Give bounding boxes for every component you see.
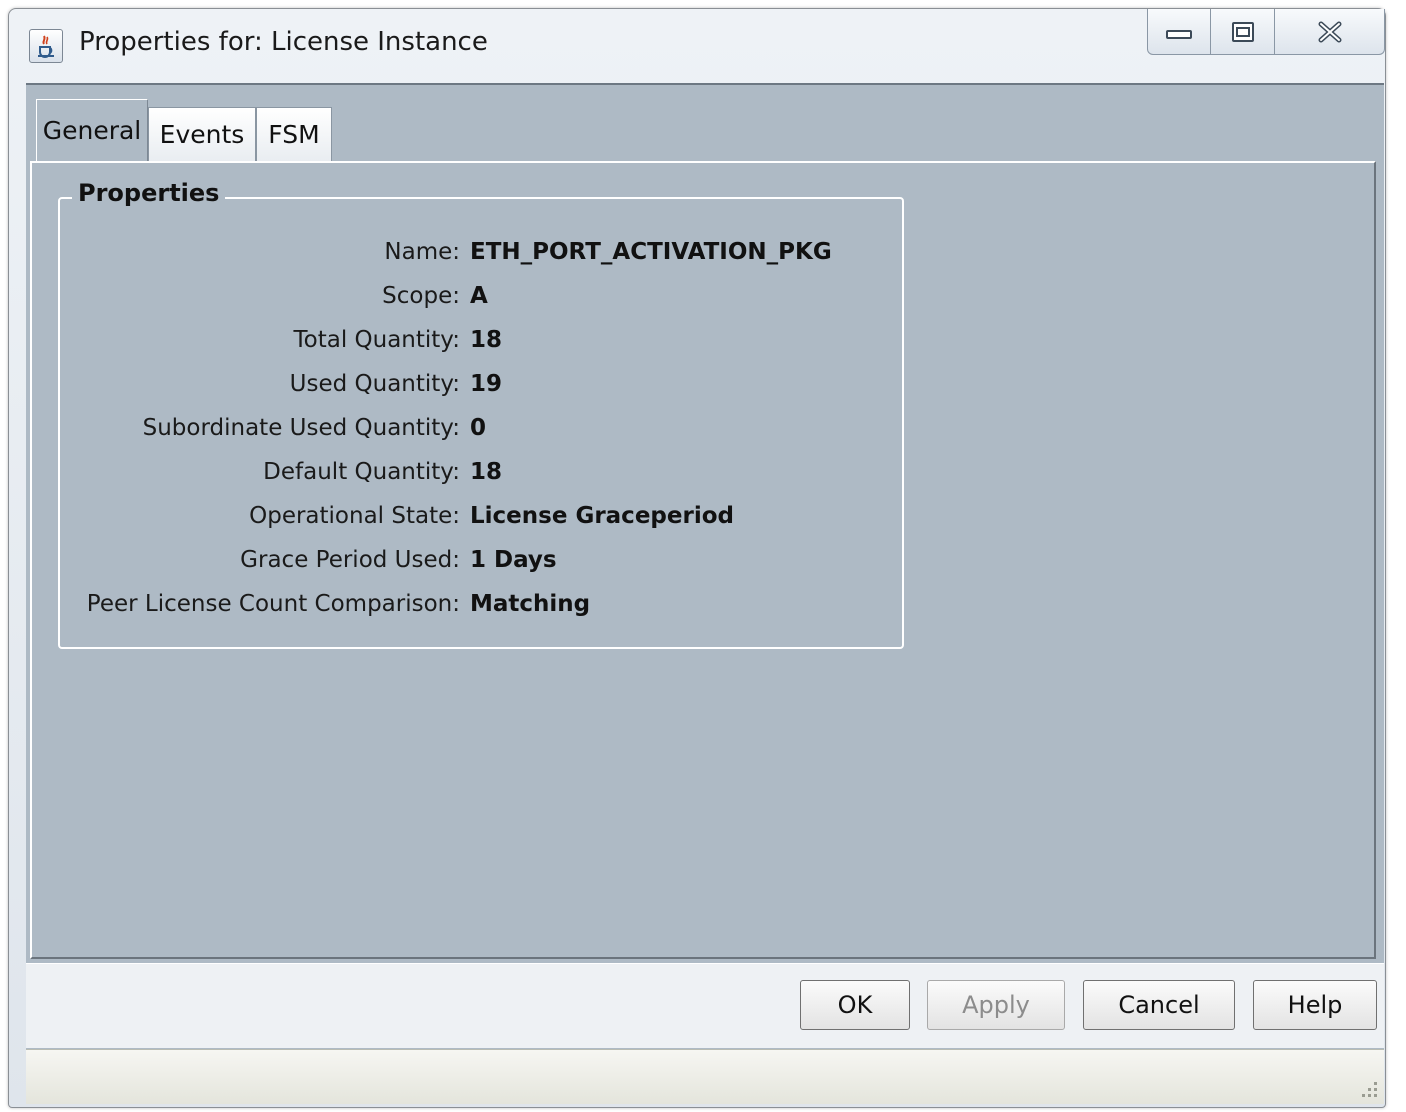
close-button[interactable] xyxy=(1275,9,1385,55)
maximize-button[interactable] xyxy=(1211,9,1275,55)
status-bar xyxy=(26,1049,1384,1104)
properties-group: Properties Name: ETH_PORT_ACTIVATION_PKG… xyxy=(58,179,906,649)
minimize-icon xyxy=(1166,29,1192,39)
property-value: License Graceperiod xyxy=(470,503,734,529)
tab-general[interactable]: General xyxy=(36,99,148,161)
property-row-operational-state: Operational State: License Graceperiod xyxy=(60,497,906,541)
property-value: 19 xyxy=(470,371,503,397)
cancel-button[interactable]: Cancel xyxy=(1083,980,1235,1030)
property-row-peer-license-count-comparison: Peer License Count Comparison: Matching xyxy=(60,585,906,629)
window-title: Properties for: License Instance xyxy=(79,27,488,57)
apply-button[interactable]: Apply xyxy=(927,980,1065,1030)
property-value: 18 xyxy=(470,327,503,353)
help-button[interactable]: Help xyxy=(1253,980,1377,1030)
java-cup-icon xyxy=(29,29,63,63)
dialog-button-bar: OK Apply Cancel Help xyxy=(26,963,1384,1048)
property-value: 1 Days xyxy=(470,547,557,573)
properties-group-title: Properties xyxy=(72,179,226,207)
property-row-subordinate-used-quantity: Subordinate Used Quantity: 0 xyxy=(60,409,906,453)
property-value: Matching xyxy=(470,591,591,617)
property-value: 18 xyxy=(470,459,503,485)
property-row-default-quantity: Default Quantity: 18 xyxy=(60,453,906,497)
property-label: Used Quantity: xyxy=(289,371,460,397)
property-row-scope: Scope: A xyxy=(60,277,906,321)
properties-window: Properties for: License Instance General… xyxy=(8,8,1386,1108)
property-row-name: Name: ETH_PORT_ACTIVATION_PKG xyxy=(60,233,906,277)
tab-fsm[interactable]: FSM xyxy=(256,107,332,161)
ok-button[interactable]: OK xyxy=(800,980,910,1030)
property-label: Grace Period Used: xyxy=(240,547,460,573)
title-bar[interactable]: Properties for: License Instance xyxy=(9,9,1385,83)
property-label: Scope: xyxy=(382,283,460,309)
property-value: A xyxy=(470,283,488,309)
general-tab-panel: Properties Name: ETH_PORT_ACTIVATION_PKG… xyxy=(30,161,1376,959)
property-label: Name: xyxy=(384,239,460,265)
property-value: 0 xyxy=(470,415,487,441)
maximize-icon xyxy=(1231,21,1254,42)
window-controls xyxy=(1147,9,1385,55)
property-label: Peer License Count Comparison: xyxy=(86,591,460,617)
property-row-grace-period-used: Grace Period Used: 1 Days xyxy=(60,541,906,585)
property-row-used-quantity: Used Quantity: 19 xyxy=(60,365,906,409)
property-row-total-quantity: Total Quantity: 18 xyxy=(60,321,906,365)
property-label: Subordinate Used Quantity: xyxy=(142,415,460,441)
property-label: Total Quantity: xyxy=(293,327,461,353)
property-label: Operational State: xyxy=(249,503,460,529)
resize-grip-icon[interactable] xyxy=(1356,1076,1380,1100)
dialog-content: General Events FSM Properties Name: ETH_… xyxy=(26,83,1384,1104)
tab-events[interactable]: Events xyxy=(148,107,256,161)
property-label: Default Quantity: xyxy=(263,459,460,485)
property-value: ETH_PORT_ACTIVATION_PKG xyxy=(470,239,832,265)
minimize-button[interactable] xyxy=(1147,9,1211,55)
close-icon xyxy=(1318,21,1341,42)
